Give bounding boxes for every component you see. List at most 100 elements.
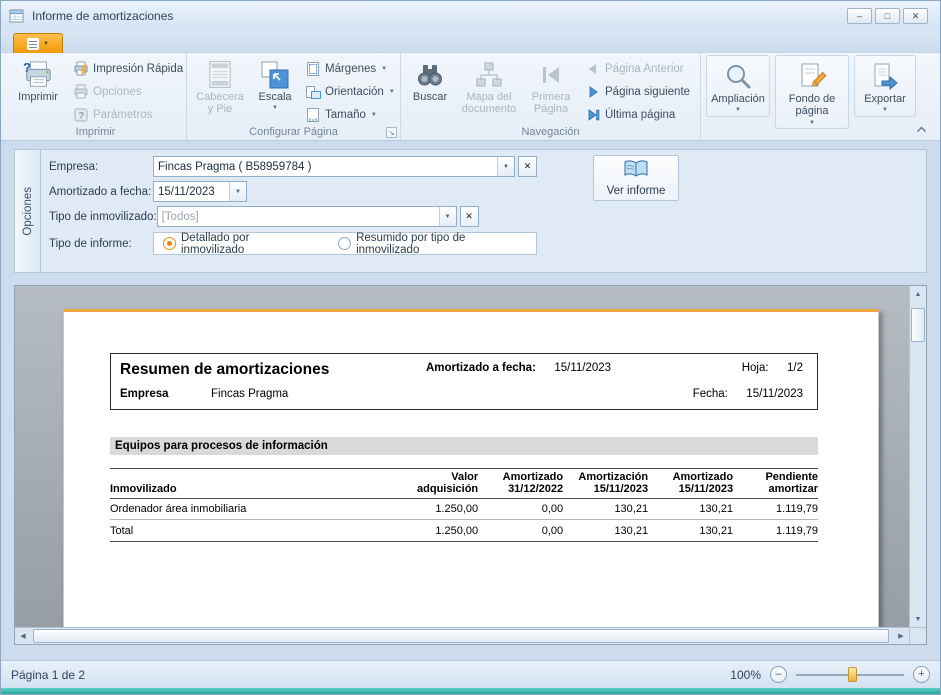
primera-pagina-label: Primera Página bbox=[525, 91, 577, 116]
report-section-header: Equipos para procesos de información bbox=[110, 437, 818, 455]
collapse-ribbon-button[interactable] bbox=[910, 122, 932, 137]
chevron-down-icon[interactable]: ▼ bbox=[229, 182, 246, 201]
margenes-button[interactable]: Márgenes ▼ bbox=[301, 58, 399, 79]
chevron-down-icon: ▼ bbox=[272, 105, 278, 112]
vertical-scrollbar-thumb[interactable] bbox=[911, 308, 925, 342]
exportar-button[interactable]: Exportar ▼ bbox=[857, 58, 913, 114]
margenes-label: Márgenes bbox=[325, 63, 376, 75]
chevron-down-icon: ▼ bbox=[809, 120, 815, 127]
window-controls: – □ ✕ bbox=[847, 8, 932, 24]
empresa-combobox[interactable]: Fincas Pragma ( B58959784 ) ▼ bbox=[153, 156, 515, 177]
file-menu-button[interactable]: ▼ bbox=[13, 33, 63, 53]
options-form: Empresa: Fincas Pragma ( B58959784 ) ▼ ✕… bbox=[41, 150, 926, 272]
report-fecha-label: Fecha: bbox=[693, 388, 728, 400]
tipo-informe-row: Tipo de informe: Detallado por inmoviliz… bbox=[49, 233, 918, 254]
pagina-siguiente-button[interactable]: Página siguiente bbox=[581, 81, 694, 102]
mapa-documento-button[interactable]: Mapa del documento bbox=[457, 56, 521, 125]
total-valor: 1.250,00 bbox=[393, 525, 478, 537]
radio-resumido[interactable]: Resumido por tipo de inmovilizado bbox=[338, 232, 527, 256]
options-tab[interactable]: Opciones bbox=[15, 150, 41, 272]
table-total-row: Total 1.250,00 0,00 130,21 130,21 1.119,… bbox=[110, 520, 818, 542]
zoom-out-button[interactable]: – bbox=[770, 666, 787, 683]
horizontal-scrollbar[interactable]: ◀ ▶ bbox=[15, 627, 909, 644]
radio-detallado[interactable]: Detallado por inmovilizado bbox=[163, 232, 312, 256]
chevron-down-icon: ▼ bbox=[371, 112, 377, 118]
buscar-button[interactable]: Buscar bbox=[405, 56, 455, 125]
minimize-button[interactable]: – bbox=[847, 8, 872, 24]
title-bar[interactable]: Informe de amortizaciones – □ ✕ bbox=[1, 1, 940, 31]
fondo-pagina-label: Fondo de página bbox=[780, 93, 844, 118]
zoom-slider-thumb[interactable] bbox=[848, 667, 857, 682]
empresa-value: Fincas Pragma ( B58959784 ) bbox=[154, 157, 497, 176]
primera-pagina-button[interactable]: Primera Página bbox=[523, 56, 579, 125]
chevron-down-icon[interactable]: ▼ bbox=[497, 157, 514, 176]
table-header-row: Inmovilizado Valoradquisición Amortizado… bbox=[110, 468, 818, 499]
report-amortizado-label: Amortizado a fecha: bbox=[426, 362, 536, 374]
next-page-icon bbox=[585, 84, 601, 100]
close-button[interactable]: ✕ bbox=[903, 8, 928, 24]
plus-icon: + bbox=[918, 669, 924, 680]
tipo-inmovilizado-combobox[interactable]: [Todos] ▼ bbox=[157, 206, 457, 227]
escala-button[interactable]: Escala ▼ bbox=[251, 56, 299, 125]
empresa-clear-button[interactable]: ✕ bbox=[518, 156, 537, 177]
pagina-anterior-label: Página Anterior bbox=[605, 63, 684, 75]
cell-inmovilizado: Ordenador área inmobiliaria bbox=[110, 503, 393, 515]
cabecera-pie-label: Cabecera y Pie bbox=[193, 91, 247, 116]
fondo-pagina-button[interactable]: Fondo de página ▼ bbox=[778, 58, 846, 126]
svg-text:?: ? bbox=[23, 60, 31, 75]
total-amortizado-2023: 130,21 bbox=[648, 525, 733, 537]
header-inmovilizado: Inmovilizado bbox=[110, 471, 393, 495]
ver-informe-button[interactable]: Ver informe bbox=[593, 155, 679, 201]
report-fecha: Fecha: 15/11/2023 bbox=[693, 388, 803, 400]
app-window: Informe de amortizaciones – □ ✕ ▼ ? bbox=[0, 0, 941, 695]
report-amortizado: Amortizado a fecha: 15/11/2023 bbox=[426, 362, 611, 374]
last-page-icon bbox=[585, 107, 601, 123]
vertical-scrollbar[interactable]: ▲ ▼ bbox=[909, 286, 926, 627]
orientacion-button[interactable]: Orientación ▼ bbox=[301, 81, 399, 102]
scroll-down-arrow[interactable]: ▼ bbox=[910, 611, 926, 627]
scroll-right-arrow[interactable]: ▶ bbox=[893, 628, 909, 644]
pagina-anterior-button[interactable]: Página Anterior bbox=[581, 58, 694, 79]
tamano-button[interactable]: Tamaño ▼ bbox=[301, 104, 399, 125]
cabecera-pie-button[interactable]: Cabecera y Pie bbox=[191, 56, 249, 125]
imprimir-button[interactable]: ? Imprimir bbox=[9, 56, 67, 125]
cell-pendiente: 1.119,79 bbox=[733, 503, 818, 515]
ultima-pagina-button[interactable]: Última página bbox=[581, 104, 694, 125]
exportar-label: Exportar bbox=[864, 93, 906, 105]
maximize-button[interactable]: □ bbox=[875, 8, 900, 24]
zoom-in-button[interactable]: + bbox=[913, 666, 930, 683]
ribbon-group-exportar: Exportar ▼ bbox=[854, 55, 916, 117]
parametros-button[interactable]: ? Parámetros bbox=[69, 104, 187, 125]
first-page-icon bbox=[536, 59, 566, 90]
chevron-down-icon: ▼ bbox=[389, 89, 395, 95]
question-mark-icon: ? bbox=[73, 107, 89, 123]
zoom-controls: 100% – + bbox=[730, 666, 930, 683]
ribbon-body: ? Imprimir Impresión Rápida bbox=[1, 53, 940, 140]
print-preview-area[interactable]: Resumen de amortizaciones Amortizado a f… bbox=[14, 285, 927, 645]
horizontal-scrollbar-thumb[interactable] bbox=[33, 629, 889, 643]
status-bar: Página 1 de 2 100% – + bbox=[1, 660, 940, 688]
chevron-down-icon[interactable]: ▼ bbox=[439, 207, 456, 226]
opciones-label: Opciones bbox=[93, 86, 142, 98]
mapa-documento-label: Mapa del documento bbox=[459, 91, 519, 116]
scroll-left-arrow[interactable]: ◀ bbox=[15, 628, 31, 644]
report-table: Inmovilizado Valoradquisición Amortizado… bbox=[110, 468, 818, 542]
group-caption-imprimir: Imprimir bbox=[5, 126, 186, 138]
opciones-button[interactable]: Opciones bbox=[69, 81, 187, 102]
ampliacion-button[interactable]: Ampliación ▼ bbox=[709, 58, 767, 114]
maximize-icon: □ bbox=[885, 11, 890, 21]
report-header-box: Resumen de amortizaciones Amortizado a f… bbox=[110, 353, 818, 410]
printer-icon: ? bbox=[23, 59, 53, 90]
scroll-up-arrow[interactable]: ▲ bbox=[910, 286, 926, 302]
previous-page-icon bbox=[585, 61, 601, 77]
amortizado-fecha-datepicker[interactable]: 15/11/2023 ▼ bbox=[153, 181, 247, 202]
tipo-inmovilizado-clear-button[interactable]: ✕ bbox=[460, 206, 479, 227]
impresion-rapida-button[interactable]: Impresión Rápida bbox=[69, 58, 187, 79]
margins-icon bbox=[305, 61, 321, 77]
tipo-inmovilizado-value: [Todos] bbox=[158, 207, 439, 226]
imprimir-label: Imprimir bbox=[18, 91, 58, 103]
zoom-slider[interactable] bbox=[796, 666, 904, 683]
chevron-up-icon bbox=[916, 126, 927, 133]
dialog-launcher-icon[interactable]: ↘ bbox=[386, 127, 397, 138]
menu-list-icon bbox=[27, 38, 39, 50]
